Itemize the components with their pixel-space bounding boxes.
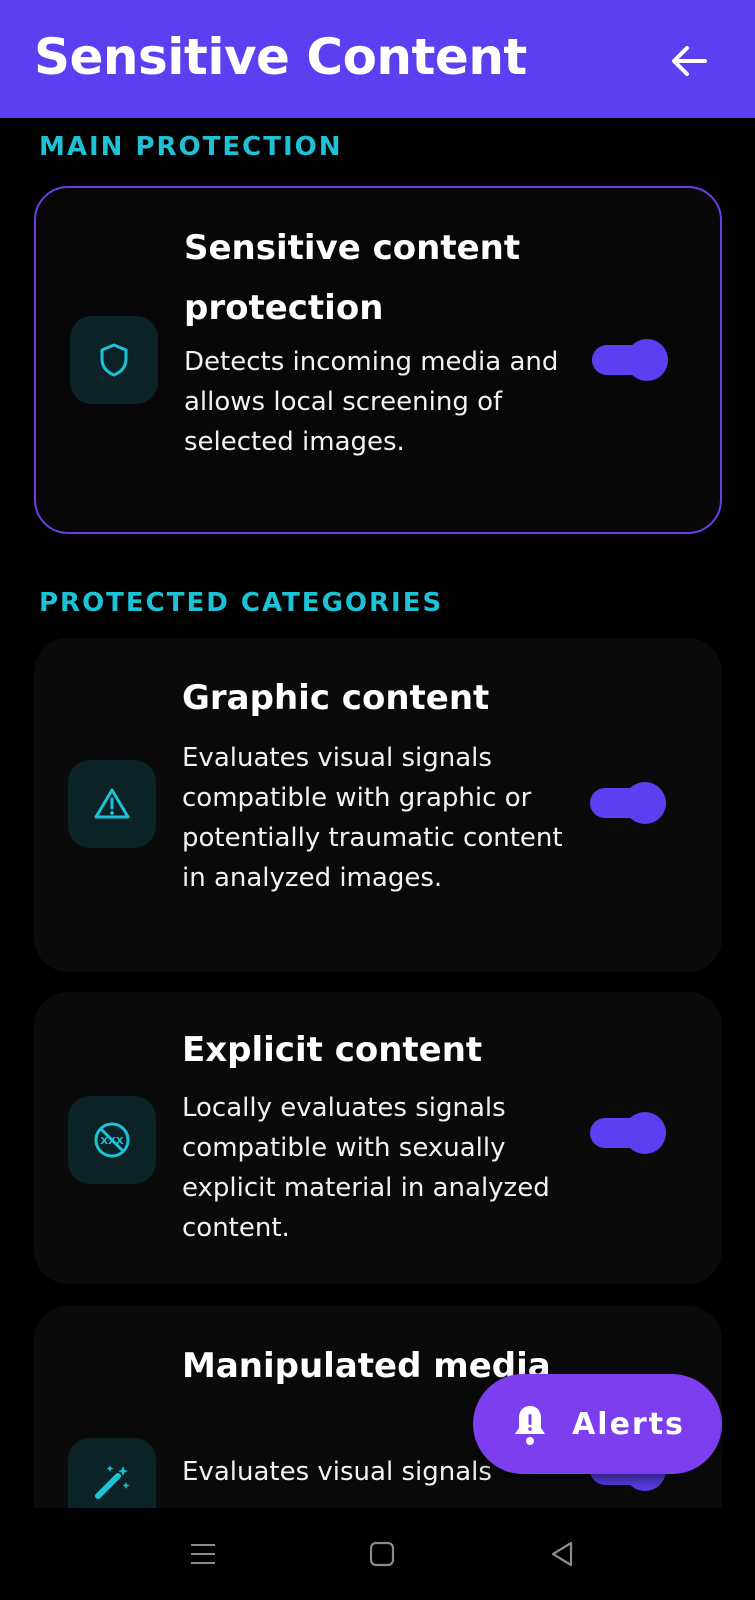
- warning-triangle-icon: [94, 788, 130, 819]
- xxx-icon-tile: XXX: [68, 1096, 156, 1184]
- home-square-icon: [369, 1541, 395, 1567]
- section-label-categories: PROTECTED CATEGORIES: [39, 588, 444, 618]
- category-card-graphic[interactable]: Graphic content Evaluates visual signals…: [34, 638, 722, 972]
- bell-alert-icon: [515, 1406, 546, 1445]
- magic-wand-icon: [95, 1465, 130, 1499]
- main-protection-toggle[interactable]: [592, 339, 668, 381]
- main-card-title: Sensitive content protection: [184, 228, 521, 328]
- alerts-button-label: Alerts: [572, 1406, 685, 1442]
- wand-icon-tile: [68, 1438, 156, 1508]
- nav-back-button[interactable]: [540, 1532, 584, 1576]
- toggle-thumb: [624, 1112, 666, 1154]
- system-nav-bar: [0, 1508, 755, 1600]
- nav-menu-button[interactable]: [181, 1532, 225, 1576]
- back-button[interactable]: [666, 38, 712, 84]
- explicit-card-description: Locally evaluates signals compatible wit…: [182, 1093, 550, 1243]
- toggle-thumb: [624, 782, 666, 824]
- warning-icon-tile: [68, 760, 156, 848]
- menu-icon: [191, 1544, 215, 1564]
- toggle-thumb: [626, 339, 668, 381]
- graphic-card-title: Graphic content: [182, 678, 490, 718]
- nav-home-button[interactable]: [360, 1532, 404, 1576]
- section-label-main: MAIN PROTECTION: [39, 132, 343, 162]
- xxx-icon-text: XXX: [100, 1136, 123, 1147]
- app-bar: Sensitive Content: [0, 0, 755, 118]
- alerts-button[interactable]: Alerts: [473, 1374, 722, 1474]
- shield-icon: [100, 343, 128, 377]
- settings-content[interactable]: MAIN PROTECTION Sensitive content protec…: [0, 118, 755, 1508]
- shield-icon-tile: [70, 316, 158, 404]
- main-card-description: Detects incoming media and allows local …: [184, 347, 559, 457]
- back-triangle-icon: [551, 1541, 573, 1567]
- main-protection-card[interactable]: Sensitive content protection Detects inc…: [34, 186, 722, 534]
- page-title: Sensitive Content: [34, 28, 527, 86]
- graphic-content-toggle[interactable]: [590, 782, 666, 824]
- graphic-card-description: Evaluates visual signals compatible with…: [182, 743, 563, 893]
- arrow-left-icon: [672, 46, 707, 76]
- xxx-blocked-icon: XXX: [94, 1122, 130, 1158]
- explicit-card-title: Explicit content: [182, 1030, 483, 1070]
- category-card-explicit[interactable]: XXX Explicit content Locally evaluates s…: [34, 992, 722, 1284]
- explicit-content-toggle[interactable]: [590, 1112, 666, 1154]
